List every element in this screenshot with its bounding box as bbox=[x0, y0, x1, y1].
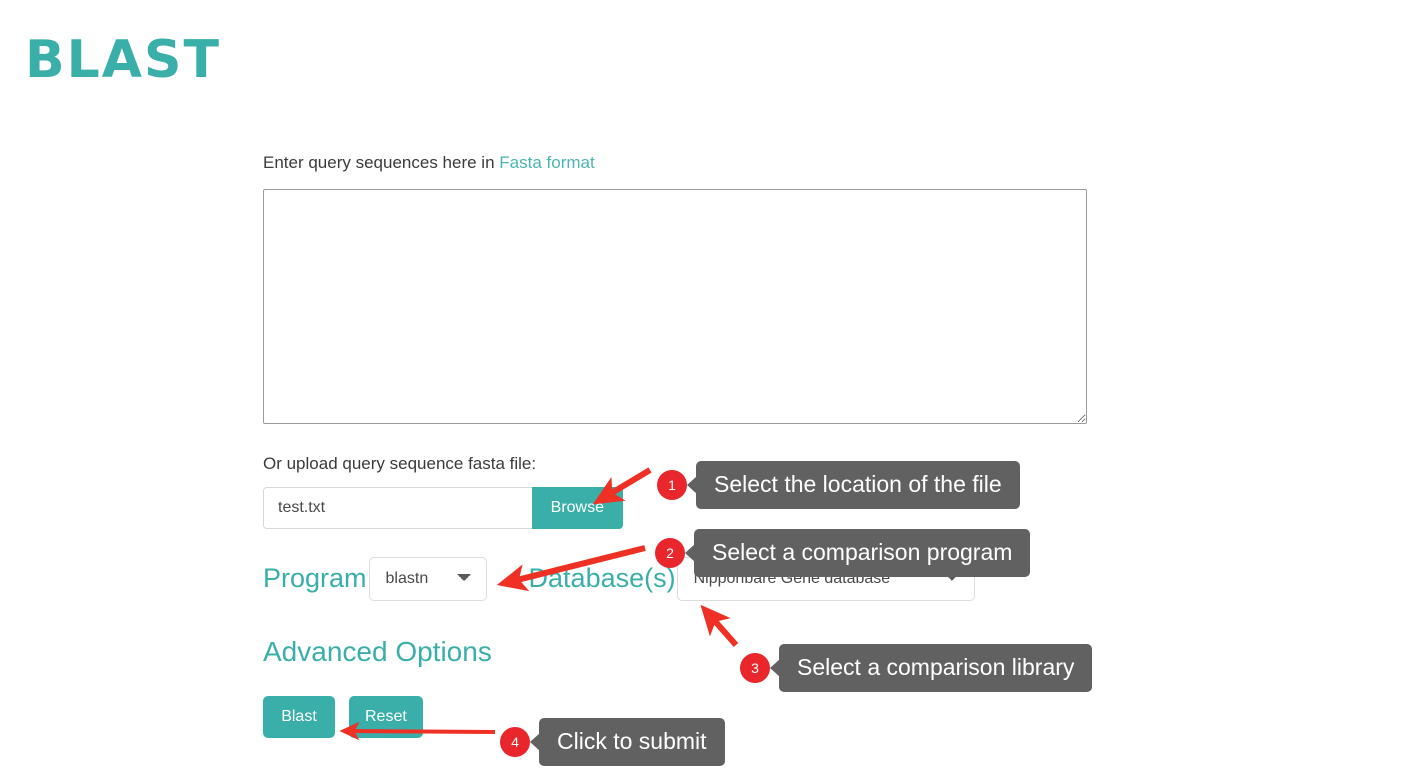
program-select[interactable]: blastn bbox=[368, 556, 487, 601]
form-action-row: Blast Reset bbox=[263, 695, 1093, 738]
reset-button[interactable]: Reset bbox=[349, 695, 423, 738]
database-select[interactable]: Nipponbare Gene database bbox=[676, 556, 975, 601]
query-sequence-textarea[interactable] bbox=[263, 188, 1087, 424]
query-input-label: Enter query sequences here in Fasta form… bbox=[263, 152, 1093, 175]
advanced-options-toggle[interactable]: Advanced Options bbox=[263, 636, 492, 668]
file-upload-label: Or upload query sequence fasta file: bbox=[263, 453, 537, 473]
blast-logo: BLAST bbox=[25, 30, 221, 90]
file-name-input[interactable] bbox=[263, 486, 532, 529]
program-database-row: Program blastn Database(s) Nipponbare Ge… bbox=[263, 556, 1093, 601]
file-upload-group: Browse bbox=[263, 486, 623, 529]
query-input-label-text: Enter query sequences here in bbox=[263, 153, 495, 172]
database-label: Database(s) bbox=[528, 563, 676, 594]
blast-submit-button[interactable]: Blast bbox=[263, 695, 335, 738]
browse-button[interactable]: Browse bbox=[531, 486, 623, 529]
blast-query-form: Enter query sequences here in Fasta form… bbox=[263, 152, 1093, 738]
fasta-format-link[interactable]: Fasta format bbox=[499, 153, 594, 172]
program-label: Program bbox=[263, 563, 367, 594]
